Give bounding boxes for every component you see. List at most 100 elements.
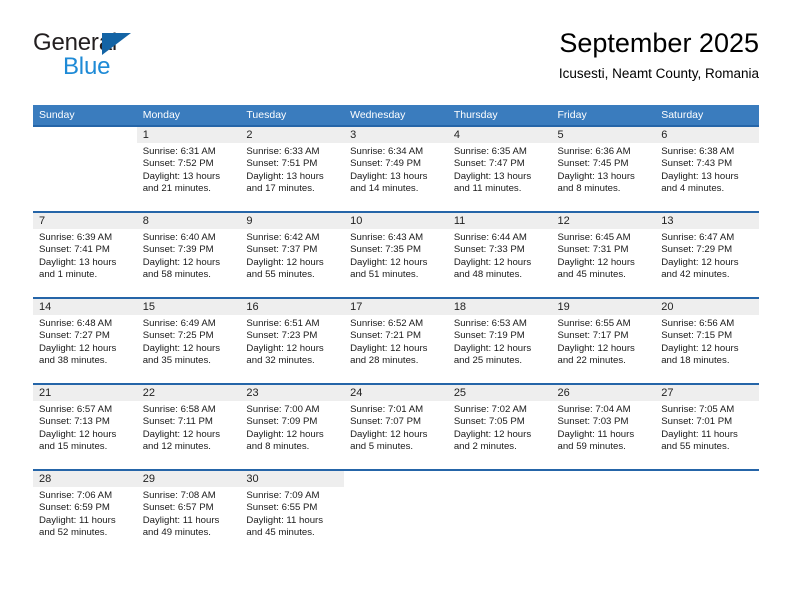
daylight-text-line1: Daylight: 12 hours bbox=[246, 256, 324, 268]
day-cell[interactable]: 13 Sunrise: 6:47 AM Sunset: 7:29 PM Dayl… bbox=[655, 213, 759, 297]
daylight-text-line2: and 18 minutes. bbox=[661, 354, 730, 366]
day-cell[interactable]: 19 Sunrise: 6:55 AM Sunset: 7:17 PM Dayl… bbox=[551, 299, 656, 383]
day-number: 19 bbox=[551, 299, 656, 315]
day-number: 29 bbox=[136, 471, 241, 487]
day-cell[interactable]: 17 Sunrise: 6:52 AM Sunset: 7:21 PM Dayl… bbox=[344, 299, 448, 383]
day-info: Sunrise: 6:33 AM Sunset: 7:51 PM Dayligh… bbox=[240, 143, 344, 195]
daylight-text-line2: and 42 minutes. bbox=[661, 268, 730, 280]
daylight-text-line2: and 15 minutes. bbox=[39, 440, 108, 452]
weekday-header-saturday: Saturday bbox=[661, 109, 704, 121]
day-cell[interactable]: 9 Sunrise: 6:42 AM Sunset: 7:37 PM Dayli… bbox=[240, 213, 345, 297]
sunrise-text: Sunrise: 6:35 AM bbox=[453, 146, 527, 157]
daylight-text-line2: and 4 minutes. bbox=[661, 182, 725, 194]
day-cell[interactable]: 4 Sunrise: 6:35 AM Sunset: 7:47 PM Dayli… bbox=[447, 127, 552, 211]
day-cell[interactable]: 18 Sunrise: 6:53 AM Sunset: 7:19 PM Dayl… bbox=[447, 299, 552, 383]
daylight-text-line1: Daylight: 12 hours bbox=[142, 342, 221, 354]
daylight-text-line2: and 22 minutes. bbox=[557, 354, 626, 366]
sunset-text: Sunset: 7:07 PM bbox=[350, 416, 422, 428]
sunrise-text: Sunrise: 6:57 AM bbox=[39, 404, 113, 415]
day-info bbox=[552, 487, 656, 490]
day-cell[interactable] bbox=[551, 471, 656, 555]
daylight-text-line1: Daylight: 11 hours bbox=[557, 428, 635, 440]
day-cell[interactable]: 15 Sunrise: 6:49 AM Sunset: 7:25 PM Dayl… bbox=[136, 299, 241, 383]
sunset-text: Sunset: 7:19 PM bbox=[453, 330, 525, 342]
sunset-text: Sunset: 7:33 PM bbox=[453, 244, 525, 256]
day-info bbox=[344, 487, 448, 490]
sunset-text: Sunset: 7:01 PM bbox=[661, 416, 733, 428]
day-cell[interactable]: 28 Sunrise: 7:06 AM Sunset: 6:59 PM Dayl… bbox=[33, 471, 137, 555]
day-info: Sunrise: 6:49 AM Sunset: 7:25 PM Dayligh… bbox=[137, 315, 241, 367]
daylight-text-line2: and 49 minutes. bbox=[142, 526, 211, 538]
sunrise-text: Sunrise: 6:58 AM bbox=[142, 404, 216, 415]
calendar-week-row: 14 Sunrise: 6:48 AM Sunset: 7:27 PM Dayl… bbox=[33, 297, 759, 383]
sunset-text: Sunset: 7:52 PM bbox=[142, 158, 214, 170]
sunrise-text: Sunrise: 6:56 AM bbox=[661, 318, 735, 329]
day-info: Sunrise: 7:09 AM Sunset: 6:55 PM Dayligh… bbox=[240, 487, 344, 539]
day-info: Sunrise: 6:40 AM Sunset: 7:39 PM Dayligh… bbox=[137, 229, 241, 281]
day-cell[interactable] bbox=[447, 471, 552, 555]
day-cell[interactable]: 26 Sunrise: 7:04 AM Sunset: 7:03 PM Dayl… bbox=[551, 385, 656, 469]
day-number: 9 bbox=[240, 213, 345, 229]
logo-triangle-icon bbox=[102, 33, 131, 55]
day-info: Sunrise: 6:36 AM Sunset: 7:45 PM Dayligh… bbox=[552, 143, 656, 195]
daylight-text-line2: and 35 minutes. bbox=[142, 354, 211, 366]
sunset-text: Sunset: 7:25 PM bbox=[142, 330, 214, 342]
day-cell[interactable] bbox=[655, 471, 759, 555]
day-cell[interactable] bbox=[344, 471, 448, 555]
day-info: Sunrise: 6:38 AM Sunset: 7:43 PM Dayligh… bbox=[655, 143, 759, 195]
day-cell[interactable]: 29 Sunrise: 7:08 AM Sunset: 6:57 PM Dayl… bbox=[136, 471, 241, 555]
daylight-text-line1: Daylight: 13 hours bbox=[453, 170, 532, 182]
day-cell[interactable]: 27 Sunrise: 7:05 AM Sunset: 7:01 PM Dayl… bbox=[655, 385, 759, 469]
day-info: Sunrise: 6:43 AM Sunset: 7:35 PM Dayligh… bbox=[344, 229, 448, 281]
day-info: Sunrise: 6:47 AM Sunset: 7:29 PM Dayligh… bbox=[655, 229, 759, 281]
day-cell[interactable]: 12 Sunrise: 6:45 AM Sunset: 7:31 PM Dayl… bbox=[551, 213, 656, 297]
day-cell[interactable]: 21 Sunrise: 6:57 AM Sunset: 7:13 PM Dayl… bbox=[33, 385, 137, 469]
weekday-header-sunday: Sunday bbox=[39, 109, 75, 121]
day-number: 17 bbox=[344, 299, 448, 315]
day-number: 22 bbox=[136, 385, 241, 401]
day-cell[interactable]: 14 Sunrise: 6:48 AM Sunset: 7:27 PM Dayl… bbox=[33, 299, 137, 383]
daylight-text-line1: Daylight: 13 hours bbox=[39, 256, 117, 268]
daylight-text-line2: and 45 minutes. bbox=[246, 526, 315, 538]
daylight-text-line1: Daylight: 13 hours bbox=[246, 170, 324, 182]
day-cell[interactable]: 5 Sunrise: 6:36 AM Sunset: 7:45 PM Dayli… bbox=[551, 127, 656, 211]
day-cell[interactable]: 10 Sunrise: 6:43 AM Sunset: 7:35 PM Dayl… bbox=[344, 213, 448, 297]
day-cell[interactable] bbox=[33, 127, 137, 211]
day-cell[interactable]: 1 Sunrise: 6:31 AM Sunset: 7:52 PM Dayli… bbox=[136, 127, 241, 211]
page-title: September 2025 bbox=[559, 28, 759, 58]
day-cell[interactable]: 8 Sunrise: 6:40 AM Sunset: 7:39 PM Dayli… bbox=[136, 213, 241, 297]
sunrise-text: Sunrise: 7:02 AM bbox=[453, 404, 527, 415]
daylight-text-line2: and 8 minutes. bbox=[557, 182, 621, 194]
sunset-text: Sunset: 6:57 PM bbox=[142, 502, 214, 514]
day-info: Sunrise: 6:58 AM Sunset: 7:11 PM Dayligh… bbox=[137, 401, 241, 453]
day-cell[interactable]: 11 Sunrise: 6:44 AM Sunset: 7:33 PM Dayl… bbox=[447, 213, 552, 297]
day-cell[interactable]: 7 Sunrise: 6:39 AM Sunset: 7:41 PM Dayli… bbox=[33, 213, 137, 297]
day-cell[interactable]: 22 Sunrise: 6:58 AM Sunset: 7:11 PM Dayl… bbox=[136, 385, 241, 469]
day-cell[interactable]: 23 Sunrise: 7:00 AM Sunset: 7:09 PM Dayl… bbox=[240, 385, 345, 469]
day-cell[interactable]: 3 Sunrise: 6:34 AM Sunset: 7:49 PM Dayli… bbox=[344, 127, 448, 211]
day-cell[interactable]: 16 Sunrise: 6:51 AM Sunset: 7:23 PM Dayl… bbox=[240, 299, 345, 383]
day-cell[interactable]: 30 Sunrise: 7:09 AM Sunset: 6:55 PM Dayl… bbox=[240, 471, 345, 555]
day-cell[interactable]: 20 Sunrise: 6:56 AM Sunset: 7:15 PM Dayl… bbox=[655, 299, 759, 383]
day-info: Sunrise: 7:00 AM Sunset: 7:09 PM Dayligh… bbox=[240, 401, 344, 453]
sunset-text: Sunset: 7:05 PM bbox=[453, 416, 525, 428]
day-cell[interactable]: 24 Sunrise: 7:01 AM Sunset: 7:07 PM Dayl… bbox=[344, 385, 448, 469]
sunset-text: Sunset: 7:45 PM bbox=[557, 158, 629, 170]
day-number: 27 bbox=[655, 385, 759, 401]
sunrise-text: Sunrise: 6:43 AM bbox=[350, 232, 424, 243]
page-header: General Blue September 2025 Icusesti, Ne… bbox=[33, 26, 759, 98]
daylight-text-line1: Daylight: 12 hours bbox=[350, 428, 428, 440]
daylight-text-line1: Daylight: 12 hours bbox=[350, 342, 428, 354]
sunset-text: Sunset: 7:09 PM bbox=[246, 416, 318, 428]
day-number: 10 bbox=[344, 213, 448, 229]
daylight-text-line2: and 5 minutes. bbox=[350, 440, 414, 452]
sunset-text: Sunset: 7:43 PM bbox=[661, 158, 733, 170]
general-blue-logo[interactable]: General Blue bbox=[33, 30, 213, 90]
day-number: 18 bbox=[447, 299, 552, 315]
day-cell[interactable]: 25 Sunrise: 7:02 AM Sunset: 7:05 PM Dayl… bbox=[447, 385, 552, 469]
sunset-text: Sunset: 7:03 PM bbox=[557, 416, 629, 428]
day-cell[interactable]: 6 Sunrise: 6:38 AM Sunset: 7:43 PM Dayli… bbox=[655, 127, 759, 211]
daylight-text-line1: Daylight: 12 hours bbox=[39, 428, 117, 440]
calendar-week-row: 7 Sunrise: 6:39 AM Sunset: 7:41 PM Dayli… bbox=[33, 211, 759, 297]
day-cell[interactable]: 2 Sunrise: 6:33 AM Sunset: 7:51 PM Dayli… bbox=[240, 127, 345, 211]
